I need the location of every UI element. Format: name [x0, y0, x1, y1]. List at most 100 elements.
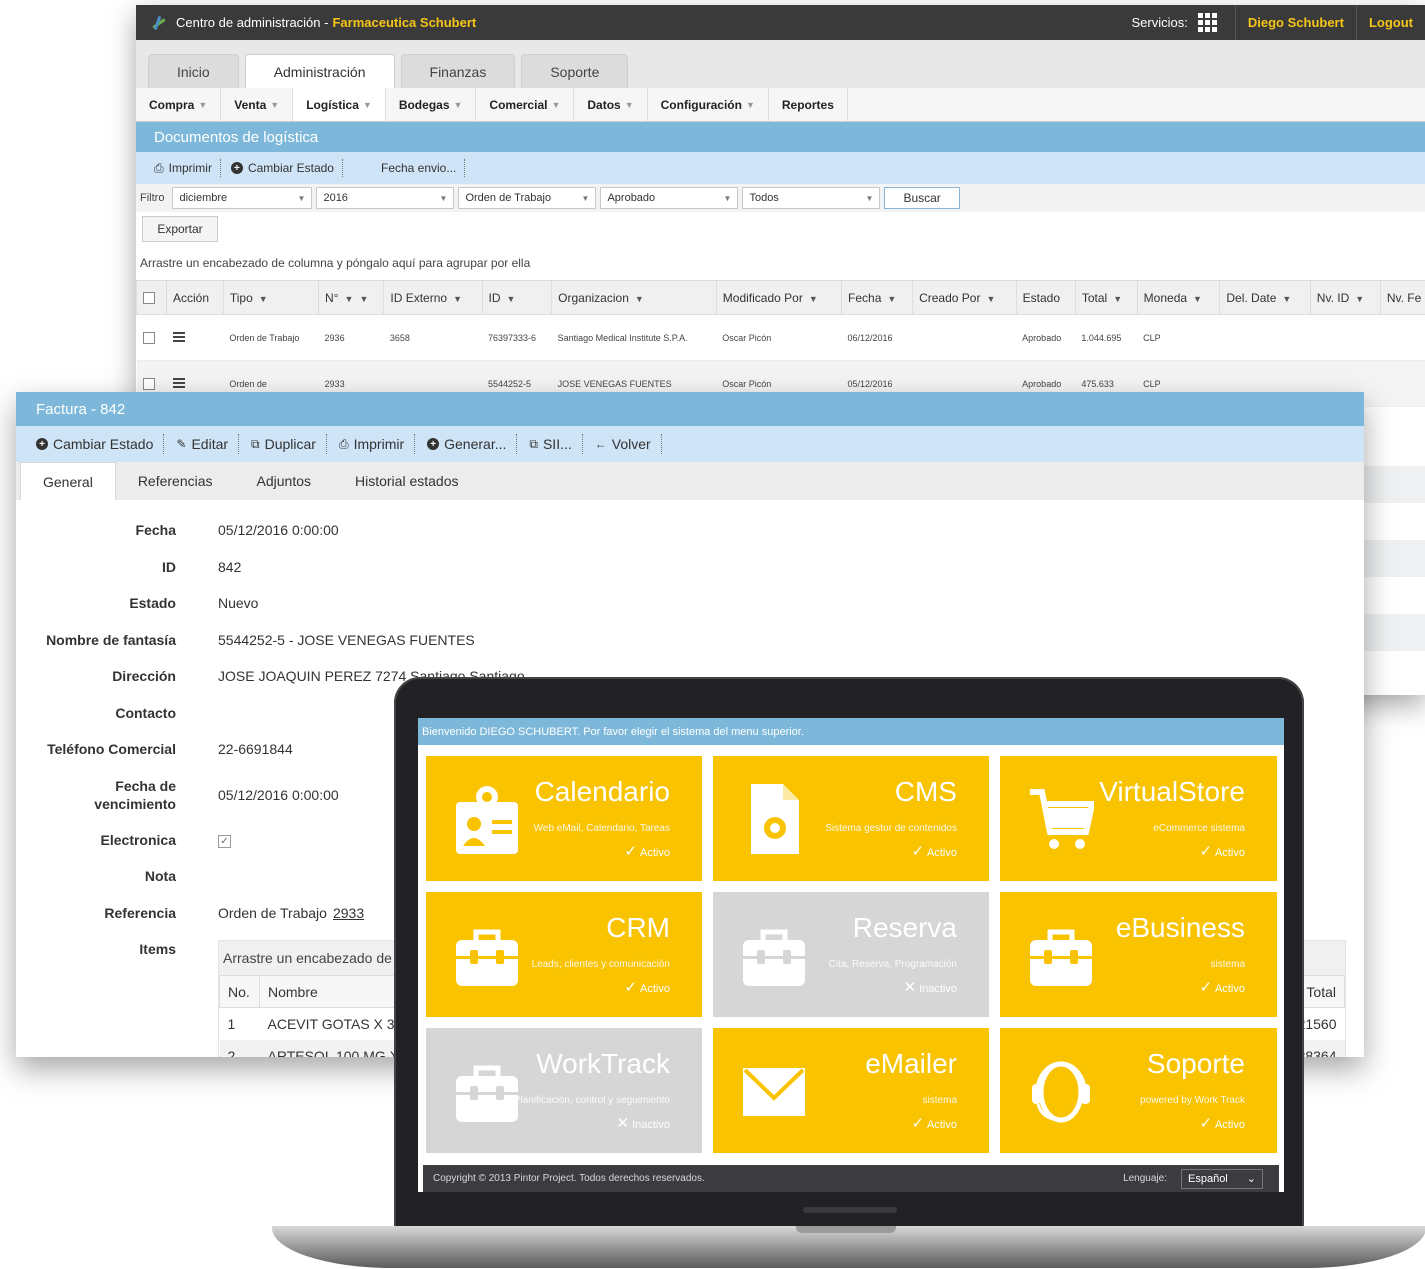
filter-icon[interactable]: ▼: [1113, 294, 1122, 304]
col-nv-fe[interactable]: Nv. Fe: [1379, 280, 1425, 315]
back-button[interactable]: ← Volver: [595, 434, 662, 454]
col-del-date[interactable]: Del. Date ▼: [1219, 280, 1311, 315]
tab-general[interactable]: General: [20, 462, 116, 500]
tile-ebusiness[interactable]: eBusiness sistema ✓ Activo: [1000, 892, 1277, 1017]
filter-icon[interactable]: ▼: [986, 294, 995, 304]
col-modificado-por[interactable]: Modificado Por ▼: [715, 280, 843, 315]
tab-historial-estados[interactable]: Historial estados: [333, 462, 481, 500]
tile-virtualstore[interactable]: VirtualStore eCommerce sistema ✓ Activo: [1000, 756, 1277, 881]
electronica-checkbox[interactable]: ✓: [218, 835, 231, 849]
tile-name: VirtualStore: [1099, 776, 1245, 807]
tile-soporte[interactable]: Soporte powered by Work Track ✓ Activo: [1000, 1028, 1277, 1153]
user-link[interactable]: Diego Schubert: [1234, 5, 1356, 40]
print-button[interactable]: ⎙ Imprimir: [154, 159, 221, 177]
dropdown-arrow-icon: ▼: [581, 193, 590, 203]
col-id-externo[interactable]: ID Externo ▼: [383, 280, 483, 315]
row-checkbox[interactable]: [142, 377, 155, 390]
col-nv-id[interactable]: Nv. ID ▼: [1309, 280, 1381, 315]
col-no[interactable]: No.: [219, 975, 260, 1008]
tile-crm[interactable]: CRM Leads, clientes y comunicación ✓ Activo: [426, 892, 702, 1017]
col-organizacion[interactable]: Organizacion ▼: [551, 280, 717, 315]
tab-soporte[interactable]: Soporte: [521, 54, 629, 88]
filter-icon[interactable]: ▼: [635, 294, 644, 304]
scope-select[interactable]: Todos ▼: [742, 187, 881, 209]
col-fecha[interactable]: Fecha ▼: [841, 280, 914, 315]
menu-logistica[interactable]: Logística ▼: [293, 88, 386, 121]
tile-status: ✓ Activo: [911, 1114, 957, 1132]
module-menu: Compra ▼ Venta ▼ Logística ▼ Bodegas ▼ Comer…: [136, 88, 1425, 122]
filter-icon[interactable]: ▼: [1282, 294, 1291, 304]
status-text: Inactivo: [632, 1119, 670, 1131]
doc-type-select[interactable]: Orden de Trabajo ▼: [458, 187, 597, 209]
tile-description: powered by Work Track: [1140, 1095, 1245, 1106]
menu-venta[interactable]: Venta ▼: [221, 88, 294, 121]
menu-compra[interactable]: Compra ▼: [136, 88, 222, 121]
filter-icon[interactable]: ▼: [809, 294, 818, 304]
generate-button[interactable]: + Generar...: [427, 434, 518, 454]
language-select[interactable]: Español ⌄: [1181, 1168, 1263, 1189]
tile-calendario[interactable]: Calendario Web eMail, Calendario, Tareas ✓…: [426, 756, 702, 881]
sii-button[interactable]: ⧉ SII...: [529, 434, 583, 454]
send-date-button[interactable]: Fecha envio...: [381, 159, 466, 177]
tab-adjuntos[interactable]: Adjuntos: [235, 462, 333, 500]
col-moneda[interactable]: Moneda ▼: [1136, 280, 1221, 315]
col-total[interactable]: Total ▼: [1074, 280, 1138, 315]
change-state-button[interactable]: + Cambiar Estado: [36, 434, 165, 454]
filter-icon[interactable]: ▼: [259, 294, 268, 304]
search-button[interactable]: Buscar: [884, 187, 960, 209]
select-all-checkbox[interactable]: [143, 292, 155, 305]
tab-administracion[interactable]: Administración: [244, 54, 395, 88]
field-label: ID: [162, 558, 176, 575]
select-all-checkbox-cell[interactable]: [136, 280, 167, 315]
duplicate-button[interactable]: ⧉ Duplicar: [251, 434, 327, 454]
row-checkbox-cell[interactable]: [136, 314, 167, 361]
row-action-cell[interactable]: [166, 314, 224, 361]
apps-grid-icon[interactable]: [1197, 13, 1217, 32]
filter-icon[interactable]: ▼: [507, 294, 516, 304]
print-button[interactable]: ⎙ Imprimir: [339, 434, 416, 454]
tile-name: eBusiness: [1115, 912, 1245, 943]
menu-configuracion[interactable]: Configuración ▼: [648, 88, 769, 121]
row-menu-icon[interactable]: [172, 376, 185, 390]
col-creado-por[interactable]: Creado Por ▼: [912, 280, 1017, 315]
tile-name: eMailer: [865, 1048, 957, 1079]
export-button[interactable]: Exportar: [142, 216, 218, 242]
menu-comercial[interactable]: Comercial ▼: [476, 88, 575, 121]
menu-reportes[interactable]: Reportes: [769, 88, 848, 121]
row-menu-icon[interactable]: [172, 330, 185, 344]
filter-icon[interactable]: ▼: [1355, 294, 1364, 304]
logout-link[interactable]: Logout: [1355, 5, 1425, 40]
tab-inicio[interactable]: Inicio: [148, 54, 239, 88]
filter-icon[interactable]: ▼: [453, 294, 462, 304]
tile-description: Leads, clientes y comunicación: [531, 959, 670, 970]
menu-bodegas[interactable]: Bodegas ▼: [386, 88, 477, 121]
tile-cms[interactable]: CMS Sistema gestor de contenidos ✓ Activo: [713, 756, 989, 881]
row-checkbox[interactable]: [142, 331, 155, 344]
company-name: Farmaceutica Schubert: [332, 15, 477, 30]
filter-icon[interactable]: ▼: [1193, 294, 1202, 304]
state-select[interactable]: Aprobado ▼: [600, 187, 739, 209]
cell-tipo: Orden de Trabajo: [223, 314, 319, 361]
menu-datos[interactable]: Datos ▼: [574, 88, 648, 121]
year-select[interactable]: 2016 ▼: [316, 187, 455, 209]
table-row[interactable]: Orden de Trabajo 2936 3658 76397333-6 Sa…: [136, 314, 1425, 361]
tile-reserva[interactable]: Reserva Cita, Reserva, Programación ✕ Inact…: [713, 892, 989, 1017]
reference-link[interactable]: 2933: [333, 905, 364, 921]
tile-status: ✕ Inactivo: [904, 978, 958, 996]
filter-icon[interactable]: ▼: [887, 294, 896, 304]
tab-finanzas[interactable]: Finanzas: [400, 54, 516, 88]
month-select[interactable]: diciembre ▼: [172, 187, 313, 209]
sort-icon[interactable]: ▼: [345, 294, 354, 304]
edit-button[interactable]: ✎ Editar: [176, 434, 240, 454]
tab-referencias[interactable]: Referencias: [116, 462, 235, 500]
copy-icon: ⧉: [251, 436, 260, 451]
filter-icon[interactable]: ▼: [359, 294, 368, 304]
col-accion[interactable]: Acción: [166, 280, 224, 315]
tile-emailer[interactable]: eMailer sistema ✓ Activo: [713, 1028, 989, 1153]
col-tipo[interactable]: Tipo ▼: [222, 280, 320, 315]
col-id[interactable]: ID ▼: [481, 280, 553, 315]
col-numero[interactable]: N° ▼ ▼: [318, 280, 385, 315]
change-state-button[interactable]: + Cambiar Estado: [230, 159, 343, 177]
col-estado[interactable]: Estado: [1015, 280, 1076, 315]
tile-worktrack[interactable]: WorkTrack Planificación, control y seguim…: [426, 1028, 702, 1153]
